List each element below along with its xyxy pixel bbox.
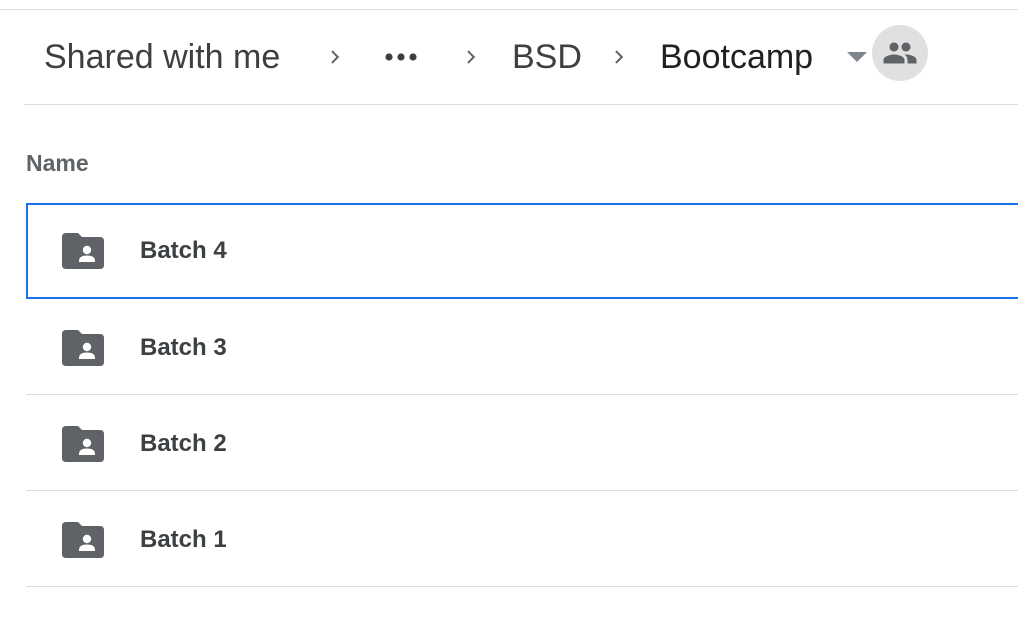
chevron-right-icon <box>608 10 632 104</box>
list-item-batch-1[interactable]: Batch 1 <box>26 492 1018 587</box>
list-item-batch-4[interactable]: Batch 4 <box>26 203 1018 299</box>
caret-down-icon[interactable] <box>846 10 868 104</box>
shared-folder-icon <box>62 233 104 269</box>
list-item-label: Batch 1 <box>140 525 227 553</box>
list-item-batch-2[interactable]: Batch 2 <box>26 396 1018 491</box>
breadcrumb-item-bsd[interactable]: BSD <box>512 10 582 104</box>
list-header: Name <box>26 105 1018 204</box>
chevron-right-icon <box>460 10 484 104</box>
chevron-right-icon <box>324 10 348 104</box>
breadcrumb-item-shared-with-me[interactable]: Shared with me <box>44 10 280 104</box>
more-folders-icon[interactable] <box>384 10 418 104</box>
shared-folder-icon <box>62 522 104 558</box>
shared-people-button[interactable] <box>872 25 928 81</box>
list-item-batch-3[interactable]: Batch 3 <box>26 300 1018 395</box>
list-item-label: Batch 4 <box>140 237 227 264</box>
shared-folder-icon <box>62 426 104 462</box>
shared-folder-icon <box>62 330 104 366</box>
breadcrumb: Shared with me BSD Bootcamp <box>24 10 1018 105</box>
people-icon <box>883 42 917 64</box>
list-item-label: Batch 2 <box>140 429 227 457</box>
list-item-label: Batch 3 <box>140 333 227 361</box>
breadcrumb-item-bootcamp[interactable]: Bootcamp <box>660 10 813 104</box>
